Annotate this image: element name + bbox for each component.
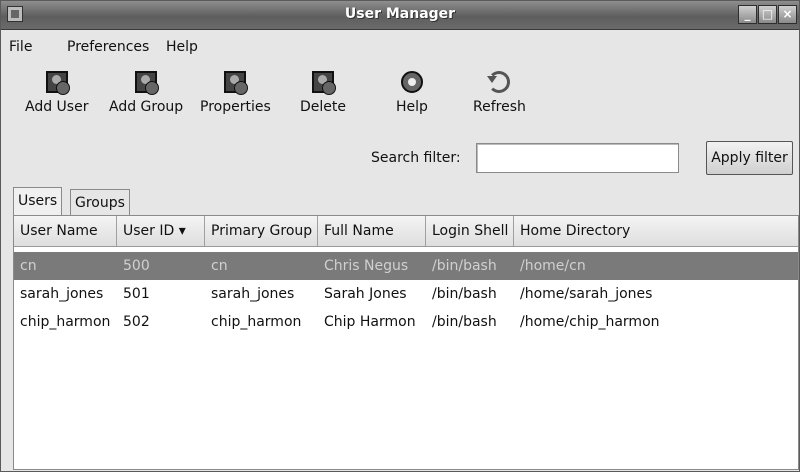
add-user-button[interactable]: Add User [25, 71, 88, 115]
apply-filter-button[interactable]: Apply filter [706, 141, 793, 175]
properties-icon [224, 71, 249, 95]
table-row[interactable]: sarah_jones 501 sarah_jones Sarah Jones … [14, 280, 798, 308]
delete-icon [312, 71, 336, 95]
toolbar: Add User Add Group Properties Delete Hel… [1, 61, 799, 133]
column-login-shell[interactable]: Login Shell [426, 216, 514, 246]
cell-user-id: 500 [123, 258, 150, 274]
column-user-name[interactable]: User Name [14, 216, 117, 246]
tab-users[interactable]: Users [13, 187, 63, 215]
cell-user-id: 502 [123, 314, 150, 330]
column-home-directory[interactable]: Home Directory [514, 216, 798, 246]
cell-user-name: chip_harmon [20, 314, 111, 330]
add-user-label: Add User [25, 99, 89, 115]
user-manager-window: User Manager _ □ × File Preferences Help… [0, 0, 800, 472]
cell-home-directory: /home/sarah_jones [520, 286, 653, 302]
table-row[interactable]: cn 500 cn Chris Negus /bin/bash /home/cn [14, 252, 798, 280]
minimize-button[interactable]: _ [738, 5, 757, 24]
tab-groups[interactable]: Groups [70, 189, 130, 215]
help-icon [400, 71, 423, 93]
delete-label: Delete [300, 99, 346, 115]
cell-full-name: Chris Negus [324, 258, 409, 274]
cell-login-shell: /bin/bash [432, 314, 497, 330]
cell-home-directory: /home/cn [520, 258, 586, 274]
cell-primary-group: sarah_jones [211, 286, 295, 302]
add-group-button[interactable]: Add Group [109, 71, 183, 115]
cell-primary-group: chip_harmon [211, 314, 302, 330]
menu-help[interactable]: Help [166, 39, 198, 55]
cell-user-name: sarah_jones [20, 286, 104, 302]
window-title: User Manager [344, 6, 456, 22]
cell-full-name: Sarah Jones [324, 286, 407, 302]
search-filter-input[interactable] [476, 143, 679, 173]
refresh-icon [487, 71, 511, 93]
cell-primary-group: cn [211, 258, 228, 274]
menu-preferences[interactable]: Preferences [67, 39, 149, 55]
cell-full-name: Chip Harmon [324, 314, 416, 330]
table-row[interactable]: chip_harmon 502 chip_harmon Chip Harmon … [14, 308, 798, 336]
cell-login-shell: /bin/bash [432, 258, 497, 274]
column-primary-group[interactable]: Primary Group [205, 216, 318, 246]
delete-button[interactable]: Delete [300, 71, 346, 115]
refresh-button[interactable]: Refresh [473, 71, 526, 115]
maximize-button[interactable]: □ [758, 5, 777, 24]
search-filter-label: Search filter: [371, 150, 461, 166]
cell-login-shell: /bin/bash [432, 286, 497, 302]
column-full-name[interactable]: Full Name [318, 216, 426, 246]
menu-file[interactable]: File [9, 39, 32, 55]
menu-bar: File Preferences Help [1, 30, 799, 60]
add-user-icon [45, 71, 70, 95]
cell-user-name: cn [20, 258, 37, 274]
help-label: Help [396, 99, 428, 115]
properties-label: Properties [200, 99, 271, 115]
add-group-icon [135, 71, 160, 95]
column-user-id[interactable]: User ID ▾ [117, 216, 205, 246]
table-header: User Name User ID ▾ Primary Group Full N… [14, 216, 798, 247]
title-bar[interactable]: User Manager _ □ × [1, 1, 799, 30]
cell-home-directory: /home/chip_harmon [520, 314, 660, 330]
help-button[interactable]: Help [396, 71, 428, 115]
cell-user-id: 501 [123, 286, 150, 302]
refresh-label: Refresh [473, 99, 526, 115]
add-group-label: Add Group [109, 99, 184, 115]
users-table: User Name User ID ▾ Primary Group Full N… [13, 215, 799, 470]
close-button[interactable]: × [778, 5, 797, 24]
properties-button[interactable]: Properties [200, 71, 271, 115]
